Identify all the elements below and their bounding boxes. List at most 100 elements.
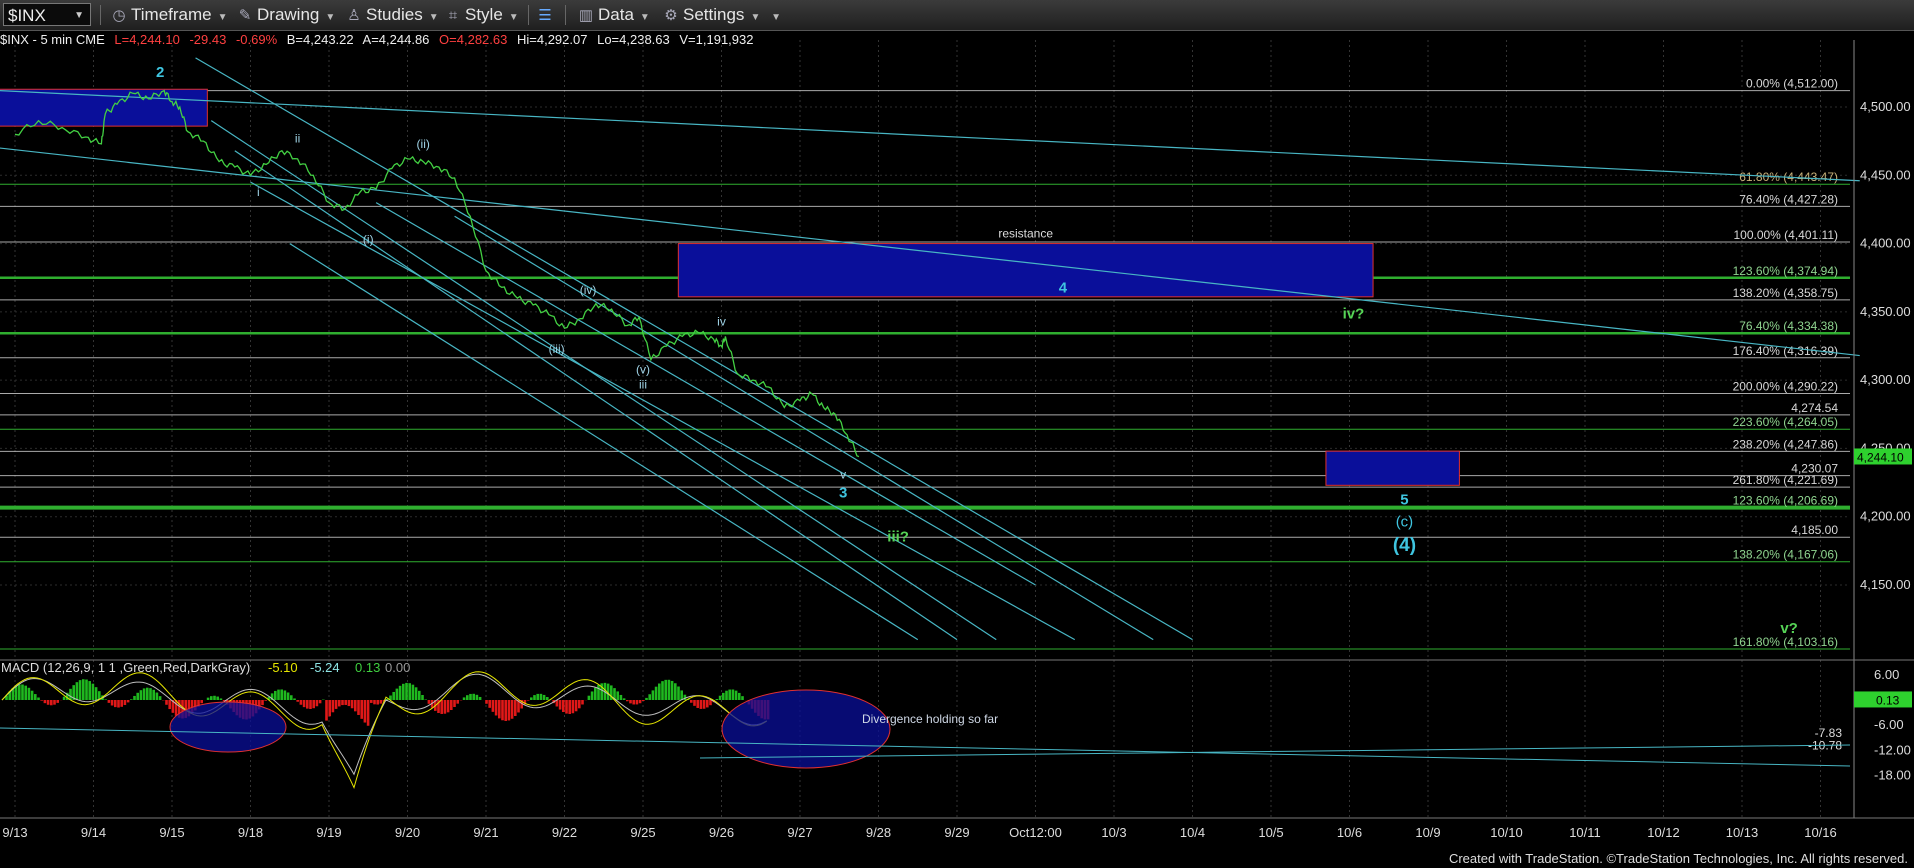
date-tick-label: 9/29 bbox=[944, 825, 969, 840]
macd-histogram-bar bbox=[296, 700, 299, 702]
macd-histogram-bar bbox=[350, 700, 354, 709]
macd-histogram-bar bbox=[677, 686, 680, 700]
macd-histogram-bar bbox=[120, 700, 123, 707]
macd-histogram-bar bbox=[571, 700, 575, 714]
macd-histogram-bar bbox=[379, 700, 383, 704]
macd-histogram-bar bbox=[702, 700, 706, 709]
macd-histogram-bar bbox=[728, 689, 731, 700]
date-tick-label: 9/19 bbox=[316, 825, 341, 840]
macd-histogram-bar bbox=[27, 687, 31, 700]
macd-histogram-bar bbox=[645, 697, 648, 700]
wave-label: iv bbox=[717, 315, 726, 329]
date-tick-label: 10/16 bbox=[1804, 825, 1837, 840]
macd-histogram-bar bbox=[158, 696, 162, 700]
price-tick-label: 4,450.00 bbox=[1860, 167, 1911, 182]
macd-histogram-bar bbox=[440, 700, 443, 714]
macd-line bbox=[1, 671, 768, 790]
macd-histogram-bar bbox=[110, 700, 114, 706]
macd-label: MACD (12,26,9, 1 1 ,Green,Red,DarkGray) bbox=[1, 660, 250, 675]
macd-histogram-bar bbox=[542, 694, 546, 700]
macd-histogram-bar bbox=[30, 690, 34, 700]
macd-histogram-bar bbox=[309, 700, 312, 710]
target-zone bbox=[1325, 450, 1460, 486]
macd-histogram-bar bbox=[274, 690, 277, 700]
macd-histogram-bar bbox=[283, 690, 287, 700]
macd-histogram-bar bbox=[478, 696, 482, 700]
macd-histogram-bar bbox=[462, 697, 466, 700]
macd-histogram-bar bbox=[78, 680, 82, 700]
macd-histogram-bar bbox=[427, 700, 431, 704]
macd-histogram-bar bbox=[318, 700, 322, 704]
macd-histogram-bar bbox=[325, 700, 328, 721]
macd-histogram-bar bbox=[530, 697, 533, 700]
macd-histogram-bar bbox=[568, 700, 571, 715]
macd-histogram-bar bbox=[424, 699, 427, 700]
macd-histogram-bar bbox=[91, 683, 95, 700]
macd-histogram-bar bbox=[526, 700, 530, 701]
macd-histogram-bar bbox=[347, 700, 351, 707]
macd-histogram-bar bbox=[475, 694, 479, 700]
macd-histogram-bar bbox=[629, 700, 632, 704]
macd-histogram-bar bbox=[354, 700, 357, 712]
trend-channels-layer bbox=[0, 57, 1860, 641]
macd-histogram-bar bbox=[651, 690, 655, 700]
macd-histogram-bar bbox=[155, 692, 159, 700]
macd-histogram-bar bbox=[699, 700, 703, 709]
macd-histogram-bar bbox=[37, 697, 40, 700]
macd-histogram-bar bbox=[306, 700, 309, 709]
target-zone bbox=[677, 243, 1374, 298]
macd-histogram-bar bbox=[498, 700, 501, 719]
fib-level-label: 4,274.54 bbox=[1791, 401, 1838, 415]
trend-channel-line bbox=[195, 57, 1193, 641]
macd-histogram-bar bbox=[443, 700, 447, 714]
macd-histogram-bar bbox=[94, 687, 98, 700]
macd-histogram-bar bbox=[626, 700, 629, 702]
macd-histogram-bar bbox=[168, 700, 171, 710]
macd-trendline bbox=[0, 727, 1851, 767]
macd-histogram-bar bbox=[507, 700, 511, 721]
macd-histogram-bar bbox=[82, 679, 85, 700]
fib-level-label: 4,185.00 bbox=[1791, 523, 1838, 537]
macd-histogram-bar bbox=[405, 682, 408, 700]
macd-histogram-bar bbox=[558, 700, 562, 710]
macd-histogram-bar bbox=[706, 700, 709, 708]
date-tick-label: 10/5 bbox=[1258, 825, 1283, 840]
macd-histogram-bar bbox=[216, 696, 219, 700]
trend-channel-line bbox=[234, 150, 958, 641]
wave-label: 4 bbox=[1059, 280, 1068, 297]
date-tick-label: 9/27 bbox=[787, 825, 812, 840]
fib-level-label: 123.60% (4,374.94) bbox=[1733, 264, 1838, 278]
macd-histogram-bar bbox=[373, 700, 376, 705]
macd-histogram-bar bbox=[718, 695, 722, 700]
macd-histogram-bar bbox=[88, 681, 91, 700]
macd-histogram-bar bbox=[597, 685, 600, 700]
price-chart[interactable]: 0.00% (4,512.00)61.80% (4,443.47)76.40% … bbox=[0, 0, 1914, 868]
macd-histogram-bar bbox=[130, 699, 133, 700]
macd-histogram-bar bbox=[514, 700, 517, 717]
macd-histogram-bar bbox=[165, 700, 168, 705]
macd-signal-value: -5.24 bbox=[310, 660, 340, 675]
macd-histogram-bar bbox=[664, 679, 667, 700]
wave-label: i bbox=[257, 185, 260, 199]
macd-histogram-bar bbox=[152, 689, 155, 700]
macd-histogram-bar bbox=[50, 700, 53, 706]
macd-histogram-bar bbox=[565, 700, 568, 714]
date-tick-label: 10/11 bbox=[1569, 825, 1601, 840]
macd-histogram-bar bbox=[738, 692, 741, 700]
macd-histogram-bar bbox=[578, 700, 581, 709]
macd-histogram-bar bbox=[53, 700, 56, 705]
wave-label: iii? bbox=[887, 528, 909, 545]
fib-level-label: 100.00% (4,401.11) bbox=[1733, 228, 1838, 242]
macd-histogram-bar bbox=[648, 694, 651, 700]
date-tick-label: 9/13 bbox=[2, 825, 27, 840]
last-price-tag: 4,244.10 bbox=[1857, 450, 1904, 464]
macd-histogram-bar bbox=[261, 700, 264, 706]
macd-histogram-bar bbox=[638, 700, 642, 704]
fib-level-label: 238.20% (4,247.86) bbox=[1733, 437, 1838, 451]
macd-histogram-bar bbox=[414, 687, 418, 700]
macd-histogram-bar bbox=[293, 698, 296, 700]
macd-tick-label: -6.00 bbox=[1874, 717, 1904, 732]
macd-tick-label: 6.00 bbox=[1874, 667, 1899, 682]
macd-histogram-bar bbox=[501, 700, 504, 721]
macd-histogram-bar bbox=[616, 691, 619, 700]
